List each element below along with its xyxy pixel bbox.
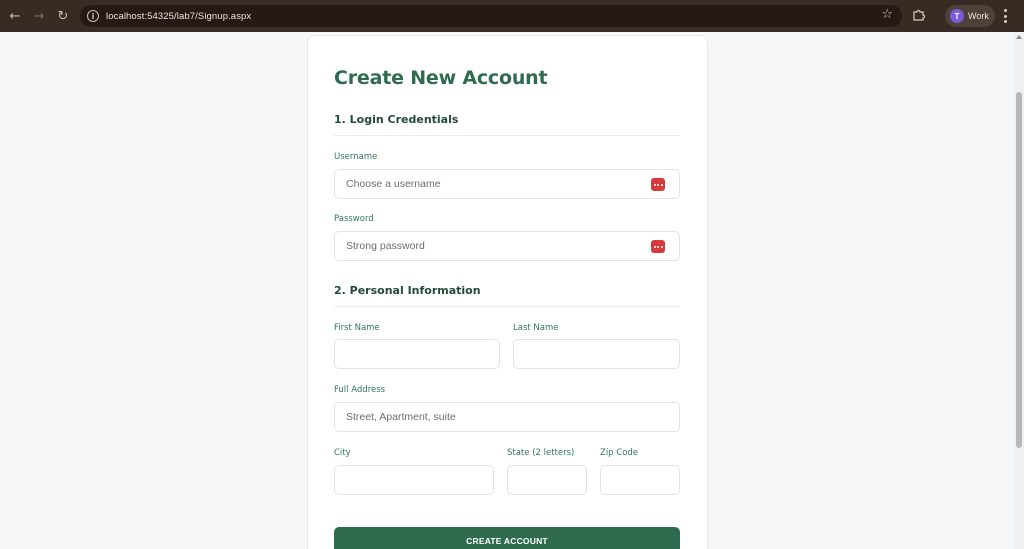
section-divider [334,306,680,307]
first-name-input[interactable] [334,339,500,369]
username-placeholder: Choose a username [346,178,441,190]
arrow-right-icon: → [33,8,45,24]
profile-label: Work [968,11,989,21]
address-input[interactable]: Street, Apartment, suite [334,402,680,432]
forward-button[interactable]: → [28,5,50,27]
state-input[interactable] [507,465,587,495]
password-manager-icon[interactable] [651,178,665,191]
profile-button[interactable]: T Work [945,5,995,27]
zip-label: Zip Code [600,448,639,458]
browser-toolbar: ← → ↻ i localhost:54325/lab7/Signup.aspx… [0,0,1024,32]
password-manager-icon[interactable] [651,240,665,253]
first-name-label: First Name [334,323,380,333]
reload-icon: ↻ [57,8,69,24]
section-title-personal: 2. Personal Information [334,284,481,297]
puzzle-icon[interactable] [912,8,926,22]
address-bar[interactable]: i localhost:54325/lab7/Signup.aspx ☆ [80,5,902,27]
scroll-up-arrow-icon[interactable] [1016,35,1022,39]
address-placeholder: Street, Apartment, suite [346,411,456,423]
back-button[interactable]: ← [4,5,26,27]
signup-card: Create New Account 1. Login Credentials … [307,35,708,549]
scrollbar-thumb[interactable] [1016,92,1022,448]
address-label: Full Address [334,385,386,395]
password-label: Password [334,214,374,224]
city-input[interactable] [334,465,494,495]
last-name-input[interactable] [513,339,680,369]
url-text[interactable]: localhost:54325/lab7/Signup.aspx [106,11,251,22]
kebab-menu-icon[interactable] [1003,9,1007,23]
zip-input[interactable] [600,465,680,495]
password-input[interactable]: Strong password [334,231,680,261]
section-divider [334,135,680,136]
page-title: Create New Account [334,67,548,89]
state-label: State (2 letters) [507,448,575,458]
info-icon[interactable]: i [87,10,99,22]
last-name-label: Last Name [513,323,559,333]
password-placeholder: Strong password [346,240,425,252]
create-account-button[interactable]: CREATE ACCOUNT [334,527,680,549]
city-label: City [334,448,351,458]
username-label: Username [334,152,378,162]
section-title-login: 1. Login Credentials [334,113,459,126]
avatar: T [950,9,964,23]
star-icon[interactable]: ☆ [881,7,893,22]
arrow-left-icon: ← [9,8,21,24]
username-input[interactable]: Choose a username [334,169,680,199]
reload-button[interactable]: ↻ [52,5,74,27]
